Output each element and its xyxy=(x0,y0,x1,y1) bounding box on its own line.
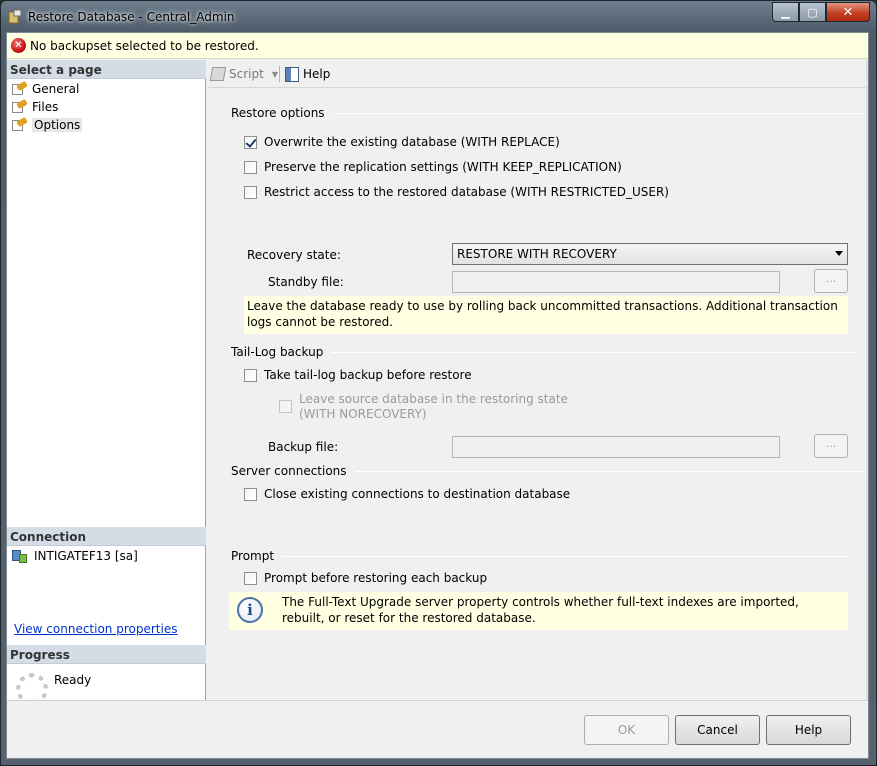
checkbox-unchecked[interactable] xyxy=(244,487,257,501)
leave-source-checkbox[interactable]: Leave source database in the restoring s… xyxy=(279,392,568,424)
checkbox-unchecked[interactable] xyxy=(244,160,257,174)
error-banner: ✕ No backupset selected to be restored. xyxy=(7,33,868,59)
overwrite-label: Overwrite the existing database (WITH RE… xyxy=(264,135,560,149)
checkbox-checked[interactable] xyxy=(244,135,257,149)
maximize-icon: ▢ xyxy=(807,5,818,19)
connection-server-name: INTIGATEF13 [sa] xyxy=(34,549,138,563)
page-wrench-icon xyxy=(12,116,28,132)
page-item-label: Files xyxy=(32,100,59,114)
preserve-replication-checkbox[interactable]: Preserve the replication settings (WITH … xyxy=(244,159,622,175)
prompt-each-backup-checkbox[interactable]: Prompt before restoring each backup xyxy=(244,570,487,586)
script-button[interactable]: Script ▼ xyxy=(209,65,278,83)
recovery-state-label: Recovery state: xyxy=(247,248,341,262)
script-icon xyxy=(209,67,227,81)
backup-file-input[interactable] xyxy=(452,436,780,458)
take-tail-log-checkbox[interactable]: Take tail-log backup before restore xyxy=(244,367,472,383)
checkbox-unchecked[interactable] xyxy=(244,368,257,382)
server-connections-header: Server connections xyxy=(231,464,347,478)
leave-source-label: Leave source database in the restoring s… xyxy=(299,392,568,406)
page-item-files[interactable]: Files xyxy=(12,98,58,116)
preserve-replication-label: Preserve the replication settings (WITH … xyxy=(264,160,622,174)
tail-log-group: Tail-Log backup xyxy=(231,344,856,360)
backup-file-browse-button[interactable]: ... xyxy=(814,434,848,458)
dialog-client-area: ✕ No backupset selected to be restored. … xyxy=(6,32,869,759)
view-connection-properties-link[interactable]: View connection properties xyxy=(14,622,177,636)
page-item-general[interactable]: General xyxy=(12,80,79,98)
options-page: Script ▼ Help Restore options Overwrite … xyxy=(207,60,868,730)
page-wrench-icon xyxy=(12,98,28,114)
checkbox-unchecked[interactable] xyxy=(279,400,292,413)
page-item-label: General xyxy=(32,82,80,96)
vertical-scrollbar[interactable] xyxy=(866,60,868,730)
database-restore-icon xyxy=(7,9,23,25)
progress-status: Ready xyxy=(54,673,92,687)
toolbar: Script ▼ Help xyxy=(207,60,868,88)
script-label: Script xyxy=(229,67,264,81)
tail-log-header: Tail-Log backup xyxy=(231,345,324,359)
help-book-icon xyxy=(285,66,299,82)
restore-options-header: Restore options xyxy=(231,106,325,120)
checkbox-unchecked[interactable] xyxy=(244,571,257,585)
window-controls: ▁ ▢ ✕ xyxy=(772,2,870,22)
page-item-label: Options xyxy=(32,118,83,132)
error-message: No backupset selected to be restored. xyxy=(30,39,259,53)
prompt-group: Prompt xyxy=(231,548,851,564)
recovery-state-description: Leave the database ready to use by rolli… xyxy=(244,296,848,334)
help-label: Help xyxy=(303,67,331,81)
select-page-header: Select a page xyxy=(7,60,206,79)
minimize-button[interactable]: ▁ xyxy=(772,2,799,22)
restrict-access-checkbox[interactable]: Restrict access to the restored database… xyxy=(244,184,669,200)
overwrite-checkbox[interactable]: Overwrite the existing database (WITH RE… xyxy=(244,134,560,150)
take-tail-log-label: Take tail-log backup before restore xyxy=(264,368,472,382)
connection-server: INTIGATEF13 [sa] xyxy=(12,548,138,564)
chevron-down-icon xyxy=(835,251,843,256)
restore-options-group: Restore options xyxy=(231,105,863,121)
page-item-options[interactable]: Options xyxy=(12,116,83,134)
full-text-info-text: The Full-Text Upgrade server property co… xyxy=(282,595,799,625)
left-pane: Select a page General Files Options Conn… xyxy=(7,60,206,730)
error-icon: ✕ xyxy=(11,38,26,53)
restore-database-window: Restore Database - Central_Admin ▁ ▢ ✕ ✕… xyxy=(0,0,877,766)
server-connection-icon xyxy=(12,548,28,564)
prompt-each-backup-label: Prompt before restoring each backup xyxy=(264,571,488,585)
standby-file-label: Standby file: xyxy=(268,275,344,289)
progress-header: Progress xyxy=(7,645,206,664)
recovery-state-value: RESTORE WITH RECOVERY xyxy=(457,247,617,261)
close-connections-checkbox[interactable]: Close existing connections to destinatio… xyxy=(244,486,570,502)
close-icon: ✕ xyxy=(842,4,854,20)
standby-file-input[interactable] xyxy=(452,271,780,293)
server-connections-group: Server connections xyxy=(231,463,863,479)
window-title: Restore Database - Central_Admin xyxy=(28,10,235,24)
connection-header: Connection xyxy=(7,527,206,546)
toolbar-separator xyxy=(279,66,280,82)
help-button[interactable]: Help xyxy=(766,715,851,745)
close-button[interactable]: ✕ xyxy=(826,2,870,22)
checkbox-unchecked[interactable] xyxy=(244,185,257,199)
full-text-info-box: i The Full-Text Upgrade server property … xyxy=(229,592,848,630)
dialog-button-bar: OK Cancel Help xyxy=(7,700,868,758)
minimize-icon: ▁ xyxy=(781,5,790,19)
chevron-down-icon[interactable]: ▼ xyxy=(272,70,278,79)
ok-button[interactable]: OK xyxy=(584,715,669,745)
title-bar[interactable]: Restore Database - Central_Admin ▁ ▢ ✕ xyxy=(1,1,876,33)
leave-source-sublabel: (WITH NORECOVERY) xyxy=(299,407,427,421)
close-connections-label: Close existing connections to destinatio… xyxy=(264,487,571,501)
maximize-button[interactable]: ▢ xyxy=(799,2,826,22)
restrict-access-label: Restrict access to the restored database… xyxy=(264,185,669,199)
info-icon: i xyxy=(237,597,263,623)
help-toolbar-button[interactable]: Help xyxy=(285,65,330,83)
prompt-header: Prompt xyxy=(231,549,275,563)
page-wrench-icon xyxy=(12,80,28,96)
backup-file-label: Backup file: xyxy=(268,440,339,454)
cancel-button[interactable]: Cancel xyxy=(675,715,760,745)
standby-file-browse-button[interactable]: ... xyxy=(814,269,848,293)
recovery-state-select[interactable]: RESTORE WITH RECOVERY xyxy=(452,243,848,265)
